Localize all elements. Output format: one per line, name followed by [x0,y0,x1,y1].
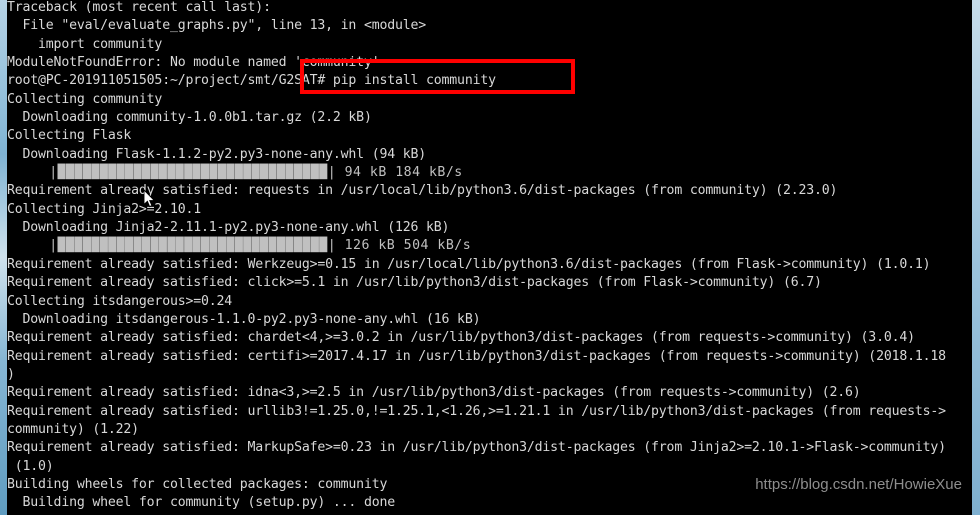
terminal-line: ) [7,366,15,382]
terminal-line: Requirement already satisfied: MarkupSaf… [7,440,946,456]
terminal-line: root@PC-201911051505:~/project/smt/G2SAT… [7,73,496,89]
terminal-line: Downloading Jinja2-2.11.1-py2.py3-none-a… [7,220,450,236]
terminal-line: community) (1.22) [7,421,139,437]
terminal-line: (1.0) [7,458,54,474]
terminal-window[interactable]: Traceback (most recent call last): File … [7,0,972,515]
terminal-line: Requirement already satisfied: idna<3,>=… [7,385,861,401]
terminal-line: Requirement already satisfied: requests … [7,183,838,199]
terminal-line: Downloading itsdangerous-1.1.0-py2.py3-n… [7,311,481,327]
terminal-line: Requirement already satisfied: chardet<4… [7,330,915,346]
terminal-line: Downloading Flask-1.1.2-py2.py3-none-any… [7,146,427,162]
terminal-line: |████████████████████████████████| 94 kB… [7,165,463,181]
watermark-text: https://blog.csdn.net/HowieXue [755,476,962,493]
terminal-line: Requirement already satisfied: urllib3!=… [7,403,946,419]
terminal-line: Building wheel for community (setup.py) … [7,495,396,511]
terminal-line: import community [7,36,163,52]
terminal-line: Requirement already satisfied: click>=5.… [7,275,822,291]
terminal-line: Requirement already satisfied: Werkzeug>… [7,256,931,272]
terminal-line: Collecting itsdangerous>=0.24 [7,293,233,309]
desktop-right-strip [972,0,980,515]
terminal-line: Collecting Jinja2>=2.10.1 [7,201,201,217]
terminal-line: Downloading community-1.0.0b1.tar.gz (2.… [7,110,372,126]
terminal-line: Collecting community [7,91,163,107]
desktop-screen: Traceback (most recent call last): File … [0,0,980,515]
terminal-line: ModuleNotFoundError: No module named 'co… [7,55,380,71]
terminal-line: Requirement already satisfied: certifi>=… [7,348,946,364]
terminal-line: Collecting Flask [7,128,132,144]
desktop-left-strip [0,0,7,515]
terminal-line: |████████████████████████████████| 126 k… [7,238,472,254]
terminal-line: File "eval/evaluate_graphs.py", line 13,… [7,18,427,34]
terminal-output[interactable]: Traceback (most recent call last): File … [7,0,972,515]
terminal-line: Traceback (most recent call last): [7,0,271,15]
